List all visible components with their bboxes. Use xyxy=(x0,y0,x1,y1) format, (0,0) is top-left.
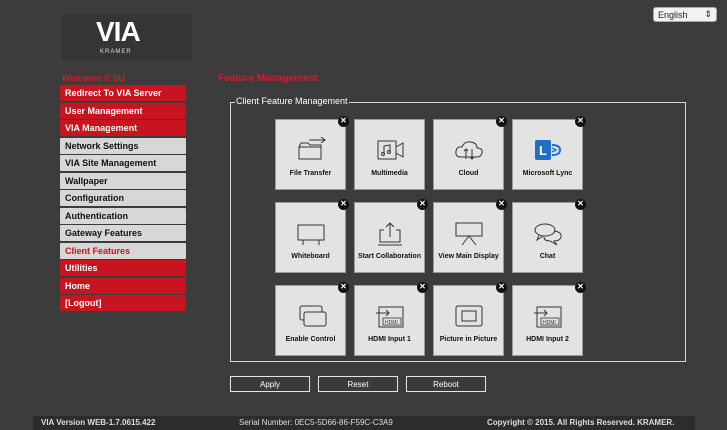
close-icon[interactable]: ✕ xyxy=(496,116,507,127)
reboot-button[interactable]: Reboot xyxy=(406,376,486,392)
multimedia-icon xyxy=(377,140,404,160)
feature-label: HDMI Input 1 xyxy=(368,336,411,343)
welcome-text: Welcome !! SU xyxy=(62,73,125,83)
reset-button[interactable]: Reset xyxy=(318,376,398,392)
lync-icon: L xyxy=(535,140,562,160)
logo-text: VIA xyxy=(96,16,141,47)
sidebar-item-site-management[interactable]: VIA Site Management xyxy=(60,155,186,171)
collaboration-icon xyxy=(378,222,402,246)
feature-tile-view-main-display[interactable]: ✕ View Main Display xyxy=(433,199,507,273)
via-logo: VIA KRAMER xyxy=(62,14,192,60)
apply-button[interactable]: Apply xyxy=(230,376,310,392)
language-value: English xyxy=(658,9,688,20)
feature-tile-file-transfer[interactable]: ✕ File Transfer xyxy=(275,116,349,190)
feature-label: Cloud xyxy=(458,170,479,177)
close-icon[interactable]: ✕ xyxy=(496,199,507,210)
feature-tile-hdmi-input-2[interactable]: HDMI ✕ HDMI Input 2 xyxy=(512,282,586,356)
control-icon xyxy=(299,305,327,327)
sidebar-item-redirect[interactable]: Redirect To VIA Server xyxy=(60,85,186,101)
feature-label: Picture in Picture xyxy=(439,336,498,343)
feature-label: Whiteboard xyxy=(291,253,330,260)
feature-label: Multimedia xyxy=(371,170,408,177)
chevron-updown-icon: ⇕ xyxy=(704,9,712,19)
close-icon[interactable]: ✕ xyxy=(338,282,349,293)
language-select[interactable]: English ⇕ xyxy=(653,7,717,22)
version-text: VIA Version WEB-1.7.0615.422 xyxy=(41,418,156,427)
sidebar-item-wallpaper[interactable]: Wallpaper xyxy=(60,172,186,189)
hdmi-icon: HDMI xyxy=(376,306,404,328)
close-icon[interactable]: ✕ xyxy=(417,199,428,210)
copyright-text: Copyright © 2015. All Rights Reserved. K… xyxy=(487,418,675,427)
page-title: Feature Management xyxy=(218,73,319,84)
sidebar-item-logout[interactable]: [Logout] xyxy=(60,295,186,311)
feature-label: View Main Display xyxy=(438,253,499,260)
feature-tile-enable-control[interactable]: ✕ Enable Control xyxy=(275,282,349,356)
whiteboard-icon xyxy=(297,224,325,245)
feature-label: File Transfer xyxy=(289,170,332,177)
sidebar-item-via-management[interactable]: VIA Management xyxy=(60,120,186,136)
display-icon xyxy=(455,222,483,246)
feature-tile-chat[interactable]: ✕ Chat xyxy=(512,199,586,273)
feature-tile-start-collaboration[interactable]: ✕ Start Collaboration xyxy=(354,199,428,273)
feature-label: Microsoft Lync xyxy=(522,170,573,177)
close-icon[interactable]: ✕ xyxy=(575,199,586,210)
sidebar-item-home[interactable]: Home xyxy=(60,277,186,294)
feature-label: HDMI Input 2 xyxy=(526,336,569,343)
cloud-icon xyxy=(455,141,483,160)
sidebar-item-gateway-features[interactable]: Gateway Features xyxy=(60,225,186,241)
sidebar-item-user-management[interactable]: User Management xyxy=(60,102,186,119)
feature-tile-picture-in-picture[interactable]: ✕ Picture in Picture xyxy=(433,282,507,356)
close-icon[interactable]: ✕ xyxy=(338,199,349,210)
feature-tile-hdmi-input-1[interactable]: HDMI ✕ HDMI Input 1 xyxy=(354,282,428,356)
feature-label: Enable Control xyxy=(285,336,336,343)
sidebar-menu: Redirect To VIA Server User Management V… xyxy=(60,85,186,313)
chat-icon xyxy=(534,223,562,246)
feature-label: Start Collaboration xyxy=(357,253,421,260)
feature-tile-cloud[interactable]: ✕ Cloud xyxy=(433,116,507,190)
feature-tile-whiteboard[interactable]: ✕ Whiteboard xyxy=(275,199,349,273)
close-icon[interactable]: ✕ xyxy=(417,282,428,293)
sidebar-item-network-settings[interactable]: Network Settings xyxy=(60,137,186,154)
sidebar-item-authentication[interactable]: Authentication xyxy=(60,207,186,224)
close-icon[interactable]: ✕ xyxy=(496,282,507,293)
sidebar-item-utilities[interactable]: Utilities xyxy=(60,260,186,276)
panel-legend: Client Feature Management xyxy=(235,96,349,106)
lync-letter: L xyxy=(539,143,547,158)
feature-tile-multimedia[interactable]: Multimedia xyxy=(354,119,425,190)
client-feature-panel: Client Feature Management ✕ File Transfe… xyxy=(230,96,686,362)
close-icon[interactable]: ✕ xyxy=(575,282,586,293)
pip-icon xyxy=(455,305,483,327)
sidebar-item-client-features[interactable]: Client Features xyxy=(60,242,186,259)
feature-label: Chat xyxy=(539,253,556,260)
footer: VIA Version WEB-1.7.0615.422 Serial Numb… xyxy=(33,416,695,430)
close-icon[interactable]: ✕ xyxy=(338,116,349,127)
file-transfer-icon xyxy=(298,137,326,160)
hdmi-label: HDMI xyxy=(385,320,398,326)
feature-tile-microsoft-lync[interactable]: L ✕ Microsoft Lync xyxy=(512,116,586,190)
hdmi-icon: HDMI xyxy=(534,306,562,328)
hdmi-label: HDMI xyxy=(543,320,556,326)
close-icon[interactable]: ✕ xyxy=(575,116,586,127)
serial-number: Serial Number: 0EC5-5D66-86-F59C-C3A9 xyxy=(239,418,393,427)
sidebar-item-configuration[interactable]: Configuration xyxy=(60,190,186,206)
logo-subtext: KRAMER xyxy=(100,49,132,55)
